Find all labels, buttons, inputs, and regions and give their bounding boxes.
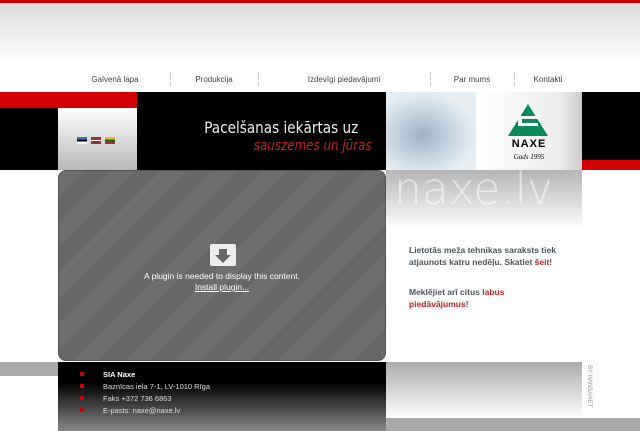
header-red-block — [0, 92, 137, 108]
logo-name: NAXE — [511, 138, 547, 150]
nav-divider — [430, 72, 431, 86]
footer-contacts: SIA Naxe Baznīcas iela 7-1, LV-1010 Rīga… — [58, 362, 386, 431]
designer-credit[interactable]: BY HANSANET — [586, 365, 592, 407]
bullet-icon — [80, 396, 84, 400]
plugin-message: A plugin is needed to display this conte… — [144, 271, 300, 281]
flash-plugin-placeholder[interactable]: A plugin is needed to display this conte… — [58, 170, 386, 361]
header-black-block — [0, 108, 58, 170]
install-plugin-link[interactable]: Install plugin... — [59, 282, 385, 292]
naxe-logo[interactable]: NAXE Gads 1995 — [476, 92, 582, 170]
nav-divider — [258, 72, 259, 86]
nav-contacts[interactable]: Kontakti — [530, 75, 566, 84]
header-right-black — [582, 92, 640, 160]
slogan-line1: Pacelšanas iekārtas uz — [203, 118, 358, 137]
estonian-flag-icon[interactable] — [77, 137, 87, 144]
nav-divider — [170, 72, 171, 86]
bullet-icon — [80, 408, 84, 412]
nav-divider — [514, 72, 515, 86]
note-end: ! — [465, 299, 469, 309]
main-nav: Galvenā lapa Produkcija Izdevīgi piedavā… — [0, 70, 640, 90]
top-banner — [0, 3, 640, 63]
slogan-banner: Pacelšanas iekārtas uz sauszemes un jūra… — [137, 92, 386, 170]
plugin-download-icon — [210, 244, 236, 266]
logo-since: Gads 1995 — [513, 153, 545, 161]
nav-offers[interactable]: Izdevīgi piedavājumi — [300, 75, 388, 84]
header-right-red — [582, 160, 640, 170]
note-text: Meklējiet arī citus — [409, 287, 483, 297]
info-panel: naxe.lv Lietotās meža tehnikas saraksts … — [386, 164, 582, 362]
offers-note: Meklējiet arī citus labus piedāvājumus! — [409, 286, 529, 310]
footer-middle — [386, 362, 582, 418]
used-machines-note: Lietotās meža tehnikas saraksts tiek atj… — [409, 244, 569, 268]
footer-left-bar — [0, 362, 58, 376]
nav-products[interactable]: Produkcija — [190, 75, 238, 84]
lithuanian-flag-icon[interactable] — [105, 137, 115, 144]
slogan-line2: sauszemes un jūras — [254, 138, 372, 154]
latvian-flag-icon[interactable] — [91, 137, 101, 144]
elephants-image — [386, 92, 476, 170]
nav-about[interactable]: Par mums — [450, 75, 494, 84]
bullet-icon — [80, 372, 84, 376]
bullet-icon — [80, 384, 84, 388]
email[interactable]: E-pasts: naxe@naxe.lv — [103, 406, 180, 415]
address: Baznīcas iela 7-1, LV-1010 Rīga — [103, 382, 211, 391]
company-name: SIA Naxe — [103, 370, 136, 379]
logo-mark-icon — [508, 104, 548, 136]
footer-bottom-bar — [386, 418, 640, 431]
note-end: ! — [549, 257, 553, 267]
brand-watermark: naxe.lv — [394, 164, 553, 215]
nav-home[interactable]: Galvenā lapa — [88, 75, 142, 84]
here-link[interactable]: šeit — [535, 257, 550, 267]
fax: Faks +372 736 6863 — [103, 394, 172, 403]
